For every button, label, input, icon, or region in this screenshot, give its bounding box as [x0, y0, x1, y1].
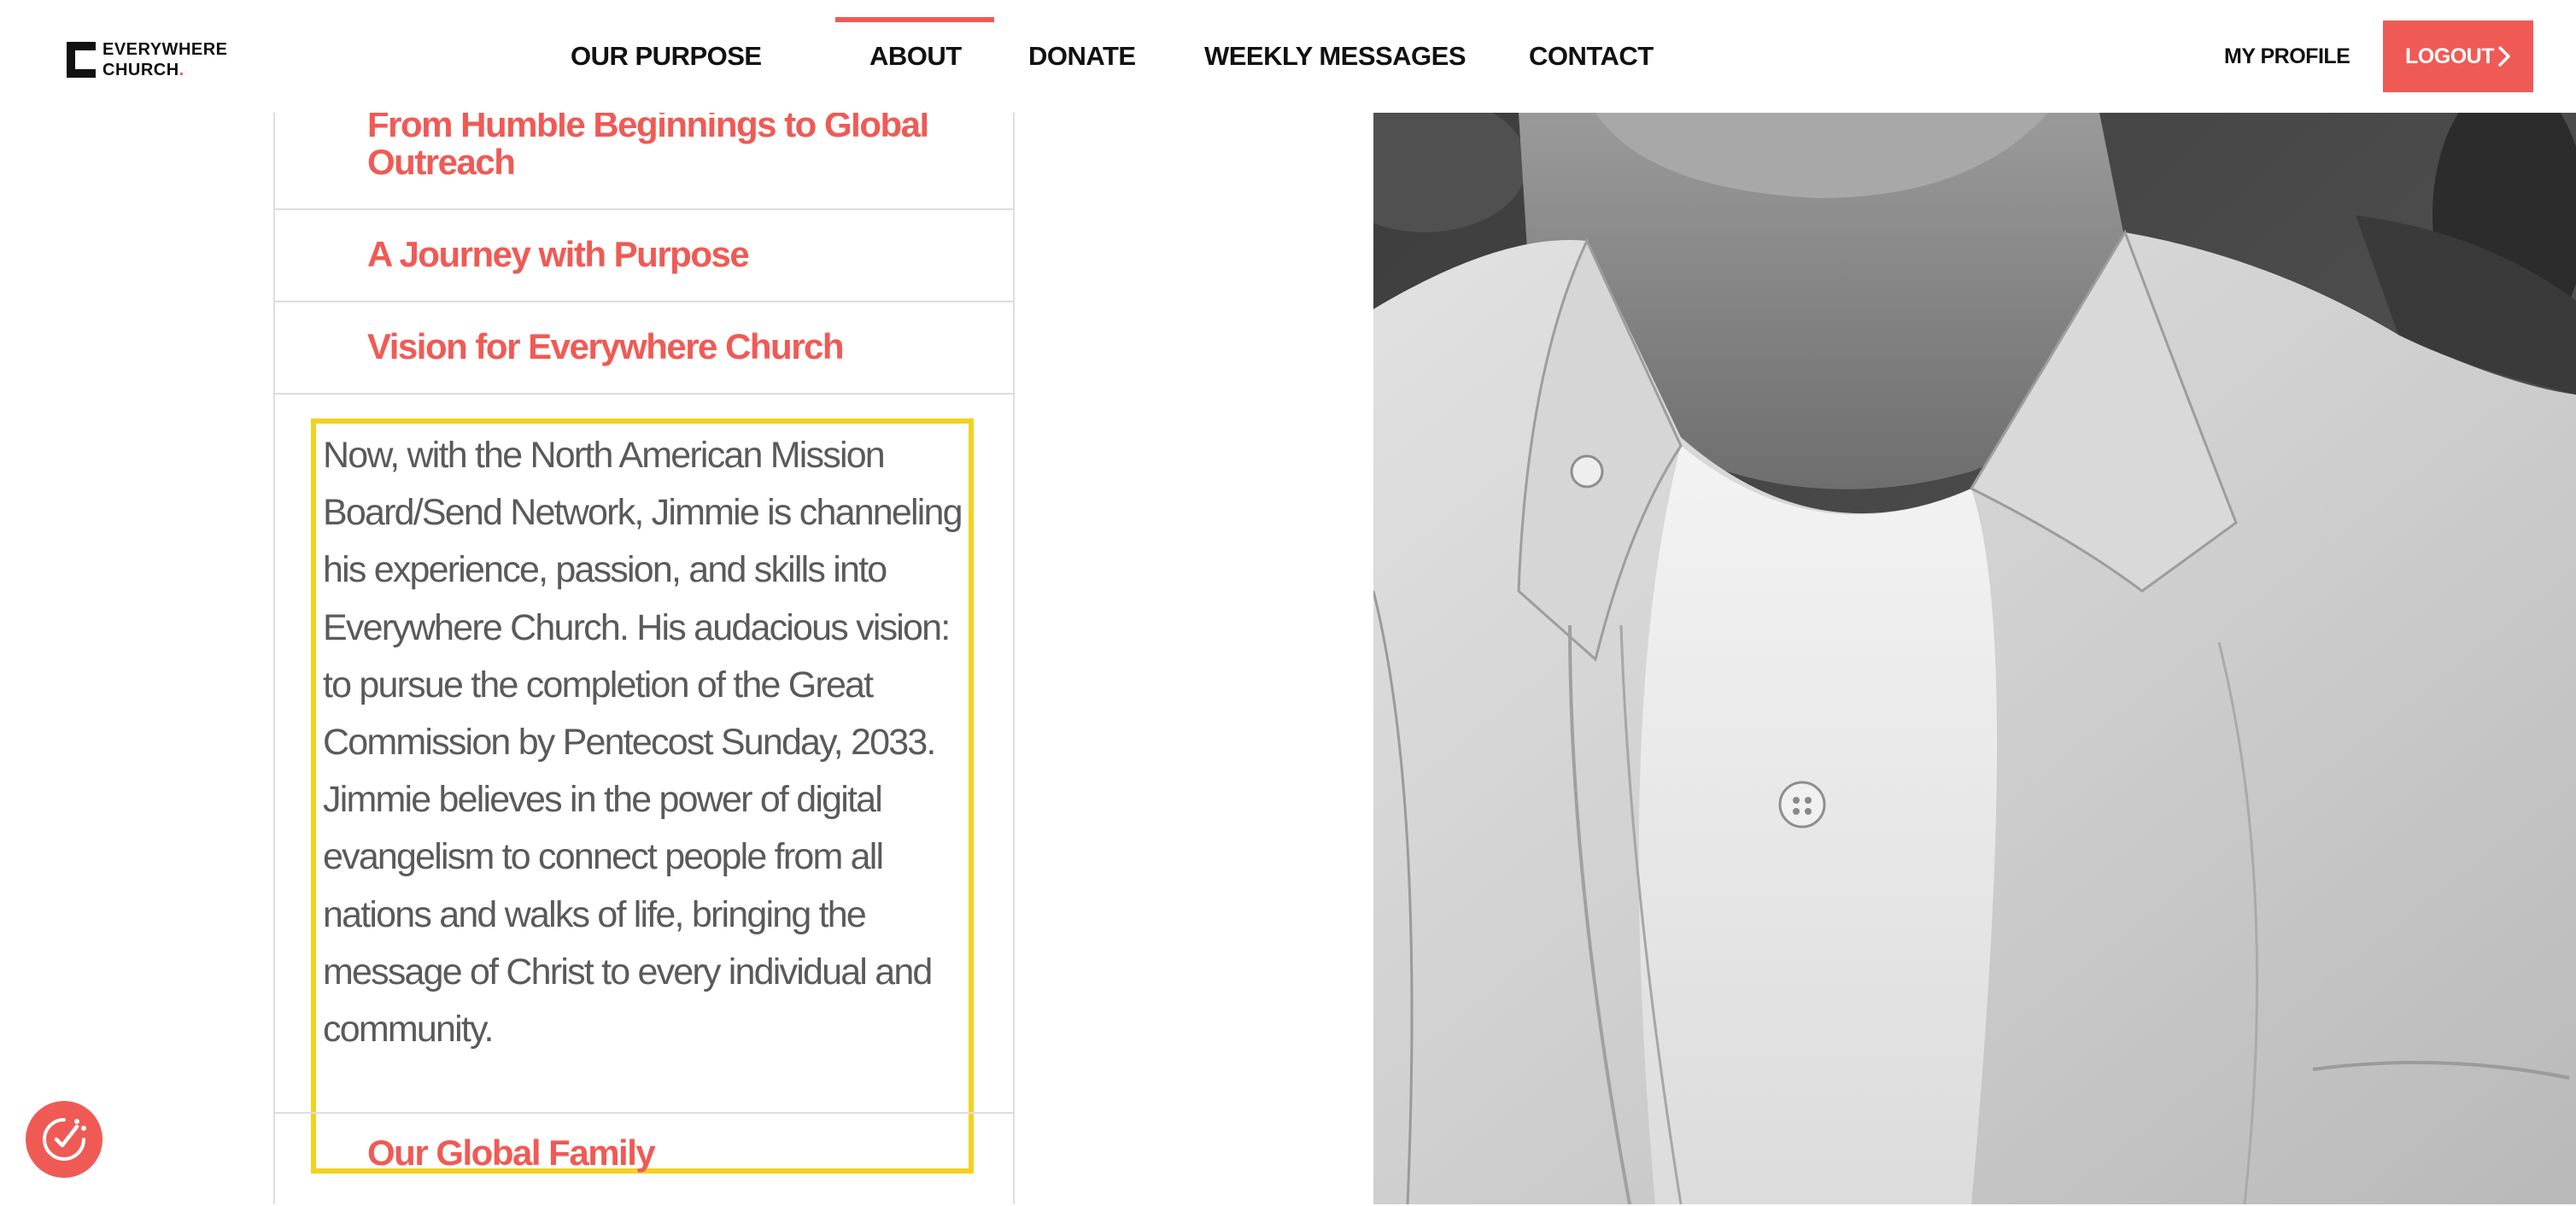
logout-button[interactable]: LOGOUT	[2383, 20, 2533, 92]
my-profile-link[interactable]: MY PROFILE	[2224, 44, 2351, 69]
hero-photo	[1373, 113, 2576, 1204]
logo-text: EVERYWHERE CHURCH.	[102, 39, 228, 80]
accordion-title[interactable]: From Humble Beginnings to Global Outreac…	[367, 106, 982, 181]
accordion-item[interactable]: From Humble Beginnings to Global Outreac…	[275, 106, 1013, 210]
accordion-item[interactable]: Our Global Family	[275, 1112, 1013, 1206]
accordion-item[interactable]: A Journey with Purpose	[275, 210, 1013, 302]
about-accordion: From Humble Beginnings to Global Outreac…	[273, 106, 1015, 1206]
accordion-title[interactable]: Our Global Family	[367, 1134, 656, 1172]
consent-check-icon	[43, 1118, 86, 1161]
chevron-right-icon	[2498, 46, 2510, 67]
accordion-title[interactable]: A Journey with Purpose	[367, 236, 750, 273]
logo-line-2-wrap: CHURCH.	[102, 60, 228, 80]
nav-item-about[interactable]: ABOUT	[869, 41, 962, 72]
accordion-item-open[interactable]: Vision for Everywhere Church	[275, 302, 1013, 395]
nav-active-indicator	[835, 17, 994, 22]
accordion-body-highlighted: Now, with the North American Mission Boa…	[311, 419, 974, 1174]
hero-photo-image	[1373, 113, 2576, 1204]
nav-item-donate[interactable]: DONATE	[1028, 41, 1136, 72]
logo-dot: .	[179, 61, 184, 79]
nav-item-contact[interactable]: CONTACT	[1529, 41, 1654, 72]
logo-line-1: EVERYWHERE	[102, 40, 228, 59]
nav-item-our-purpose[interactable]: OUR PURPOSE	[571, 41, 762, 72]
nav-item-weekly-messages[interactable]: WEEKLY MESSAGES	[1204, 41, 1467, 72]
site-header: EVERYWHERE CHURCH. OUR PURPOSE ABOUT DON…	[0, 0, 2550, 113]
accordion-title[interactable]: Vision for Everywhere Church	[367, 328, 845, 366]
accordion-body-text: Now, with the North American Mission Boa…	[323, 435, 963, 1051]
logo-mark-icon	[67, 42, 96, 78]
cookie-consent-button[interactable]	[26, 1101, 102, 1178]
logout-label: LOGOUT	[2405, 44, 2494, 68]
site-logo[interactable]: EVERYWHERE CHURCH.	[67, 39, 228, 80]
logo-line-2: CHURCH	[102, 61, 179, 79]
